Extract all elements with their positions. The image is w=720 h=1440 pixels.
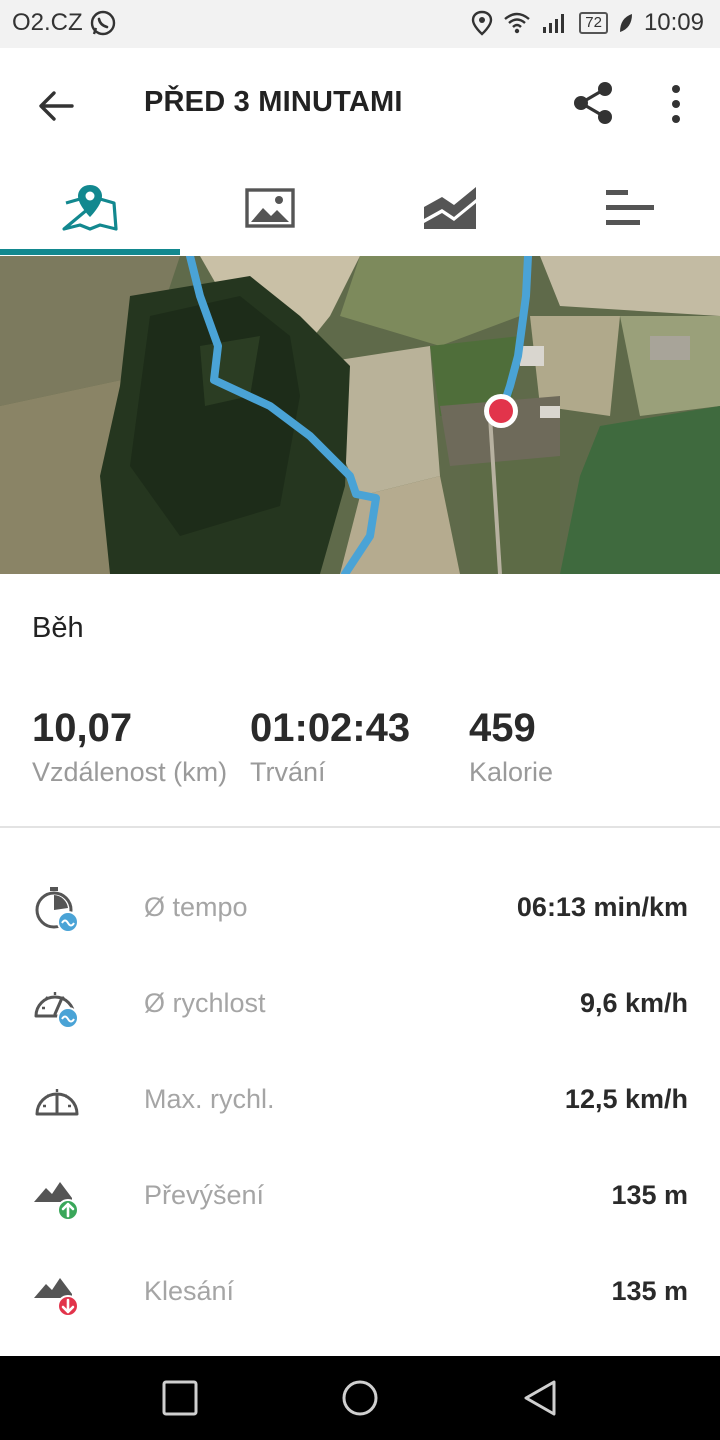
distance-value: 10,07 xyxy=(32,706,133,750)
home-circle-icon[interactable] xyxy=(340,1378,380,1418)
metric-row-max-speed: Max. rychl. 12,5 km/h xyxy=(0,1072,720,1132)
back-triangle-icon[interactable] xyxy=(520,1378,560,1418)
elevation-loss-icon xyxy=(34,1278,79,1317)
whatsapp-icon xyxy=(90,10,115,36)
metric-row-elevation-gain: Převýšení 135 m xyxy=(0,1168,720,1228)
app-bar: PŘED 3 MINUTAMI xyxy=(0,48,720,160)
duration-stat: 01:02:43 Trvání xyxy=(250,706,410,788)
calories-stat: 459 Kalorie xyxy=(469,706,553,788)
system-nav-bar xyxy=(0,1356,720,1440)
leaf-icon xyxy=(619,14,632,32)
clock: 10:09 xyxy=(643,9,704,36)
metric-label: Převýšení xyxy=(144,1180,265,1210)
activity-type: Běh xyxy=(32,612,84,644)
area-chart-icon xyxy=(424,187,476,229)
tab-photos[interactable] xyxy=(180,160,360,256)
distance-label: Vzdálenost (km) xyxy=(32,757,228,787)
metric-value: 12,5 km/h xyxy=(564,1084,688,1114)
metric-label: Ø tempo xyxy=(144,892,248,922)
section-divider xyxy=(0,826,720,828)
tab-details[interactable] xyxy=(540,160,720,256)
calories-value: 459 xyxy=(469,706,536,750)
route-map[interactable] xyxy=(0,256,720,574)
back-arrow-icon[interactable] xyxy=(34,84,78,128)
distance-stat: 10,07 Vzdálenost (km) xyxy=(32,706,227,788)
carrier-label: O2.CZ xyxy=(12,9,83,36)
battery-indicator: 72 xyxy=(579,12,608,34)
tab-map[interactable] xyxy=(0,160,180,256)
duration-value: 01:02:43 xyxy=(250,706,411,750)
metric-label: Ø rychlost xyxy=(144,988,266,1018)
duration-label: Trvání xyxy=(250,757,326,787)
avg-speed-icon xyxy=(34,992,79,1029)
max-speed-icon xyxy=(35,1089,79,1116)
share-icon[interactable] xyxy=(570,80,616,126)
page-title: PŘED 3 MINUTAMI xyxy=(144,86,403,118)
wifi-icon xyxy=(504,12,531,34)
location-icon xyxy=(472,10,493,36)
elevation-gain-icon xyxy=(34,1182,79,1221)
map-pin-icon xyxy=(62,185,118,231)
satellite-map-image xyxy=(0,256,720,574)
signal-icon xyxy=(543,14,565,33)
metric-value: 9,6 km/h xyxy=(579,988,688,1018)
metric-value: 135 m xyxy=(611,1180,688,1210)
metric-value: 135 m xyxy=(611,1276,688,1306)
status-bar: O2.CZ 72 10:09 xyxy=(0,0,720,48)
bars-icon xyxy=(606,190,654,225)
metric-row-avg-pace: Ø tempo 06:13 min/km xyxy=(0,880,720,940)
tab-bar xyxy=(0,160,720,256)
metric-label: Max. rychl. xyxy=(144,1084,275,1114)
tab-charts[interactable] xyxy=(360,160,540,256)
avg-pace-icon xyxy=(35,887,79,933)
recents-square-icon[interactable] xyxy=(160,1378,200,1418)
metric-row-elevation-loss: Klesání 135 m xyxy=(0,1264,720,1324)
calories-label: Kalorie xyxy=(469,757,554,787)
metric-label: Klesání xyxy=(144,1276,235,1306)
image-icon xyxy=(245,188,295,228)
more-options-icon[interactable] xyxy=(660,84,692,124)
tab-indicator xyxy=(0,249,180,255)
metric-value: 06:13 min/km xyxy=(516,892,688,922)
metric-row-avg-speed: Ø rychlost 9,6 km/h xyxy=(0,976,720,1036)
